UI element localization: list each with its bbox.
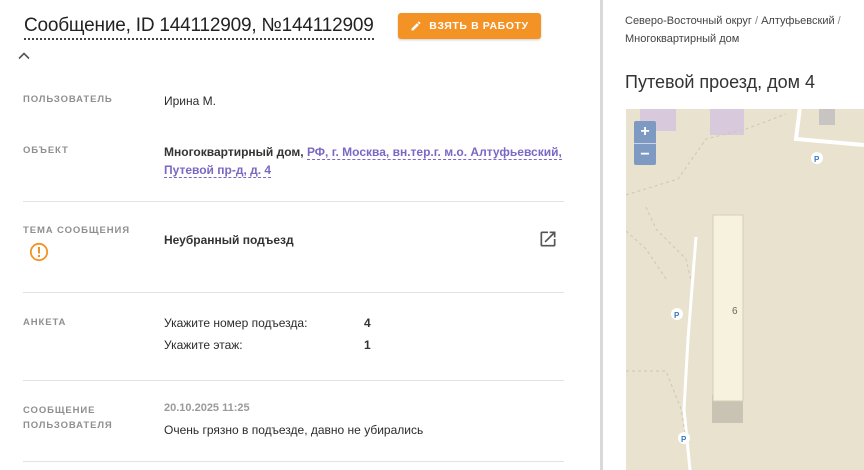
parking-label: P [674, 311, 680, 320]
object-label: ОБЪЕКТ [23, 145, 69, 156]
object-address-link[interactable]: РФ, г. Москва, вн.тер.г. м.о. Алтуфьевск… [306, 145, 562, 160]
survey-answer: 4 [364, 316, 371, 330]
zoom-in-button[interactable]: + [634, 121, 656, 143]
divider [23, 380, 564, 381]
address-title: Путевой проезд, дом 4 [625, 72, 816, 92]
take-to-work-button[interactable]: ВЗЯТЬ В РАБОТУ [398, 13, 541, 39]
topic-value: Неубранный подъезд [164, 233, 294, 247]
object-sidebar: Северо-Восточный округ / Алтуфьевский / … [603, 0, 864, 470]
object-type: Многоквартирный дом, [164, 145, 304, 159]
warning-icon [29, 242, 49, 262]
message-label: СООБЩЕНИЕ ПОЛЬЗОВАТЕЛЯ [23, 403, 113, 433]
map-building [710, 109, 744, 135]
object-address-link-line2[interactable]: Путевой пр-д, д. 4 [164, 163, 272, 178]
map-building-number: 6 [732, 306, 738, 317]
divider [23, 461, 564, 462]
object-value: Многоквартирный дом, РФ, г. Москва, вн.т… [164, 143, 574, 179]
take-to-work-label: ВЗЯТЬ В РАБОТУ [429, 20, 529, 32]
divider [23, 292, 564, 293]
message-panel: Сообщение, ID 144112909, №144112909 ВЗЯТ… [0, 0, 600, 470]
breadcrumb-item[interactable]: Алтуфьевский [761, 15, 835, 27]
survey-question: Укажите номер подъезда: [164, 316, 308, 330]
open-external-icon[interactable] [538, 229, 558, 249]
breadcrumb-separator: / [837, 15, 841, 27]
map-building [819, 109, 835, 125]
user-label: ПОЛЬЗОВАТЕЛЬ [23, 94, 113, 105]
message-text: Очень грязно в подъезде, давно не убирал… [164, 423, 424, 437]
breadcrumb: Северо-Восточный округ / Алтуфьевский / … [625, 12, 861, 48]
breadcrumb-item[interactable]: Многоквартирный дом [625, 33, 739, 45]
survey-label: АНКЕТА [23, 317, 67, 328]
map-canvas[interactable]: 6 P P P [626, 109, 864, 470]
breadcrumb-item[interactable]: Северо-Восточный округ [625, 15, 752, 27]
zoom-out-button[interactable]: − [634, 143, 656, 165]
page-title: Сообщение, ID 144112909, №144112909 [24, 15, 374, 40]
map-zoom-control: + − [634, 121, 656, 165]
divider [23, 201, 564, 202]
survey-question: Укажите этаж: [164, 338, 243, 352]
topic-label: ТЕМА СООБЩЕНИЯ [23, 225, 130, 236]
chevron-up-icon[interactable] [16, 48, 32, 64]
message-label-line1: СООБЩЕНИЕ [23, 405, 96, 416]
breadcrumb-separator: / [754, 15, 759, 27]
map-building-main[interactable] [712, 214, 744, 402]
pencil-icon [411, 21, 421, 31]
parking-label: P [814, 155, 820, 164]
message-label-line2: ПОЛЬЗОВАТЕЛЯ [23, 420, 113, 431]
survey-answer: 1 [364, 338, 371, 352]
user-value: Ирина М. [164, 94, 216, 108]
parking-label: P [681, 435, 687, 444]
message-date: 20.10.2025 11:25 [164, 402, 250, 414]
map[interactable]: 6 P P P + − [626, 109, 864, 470]
